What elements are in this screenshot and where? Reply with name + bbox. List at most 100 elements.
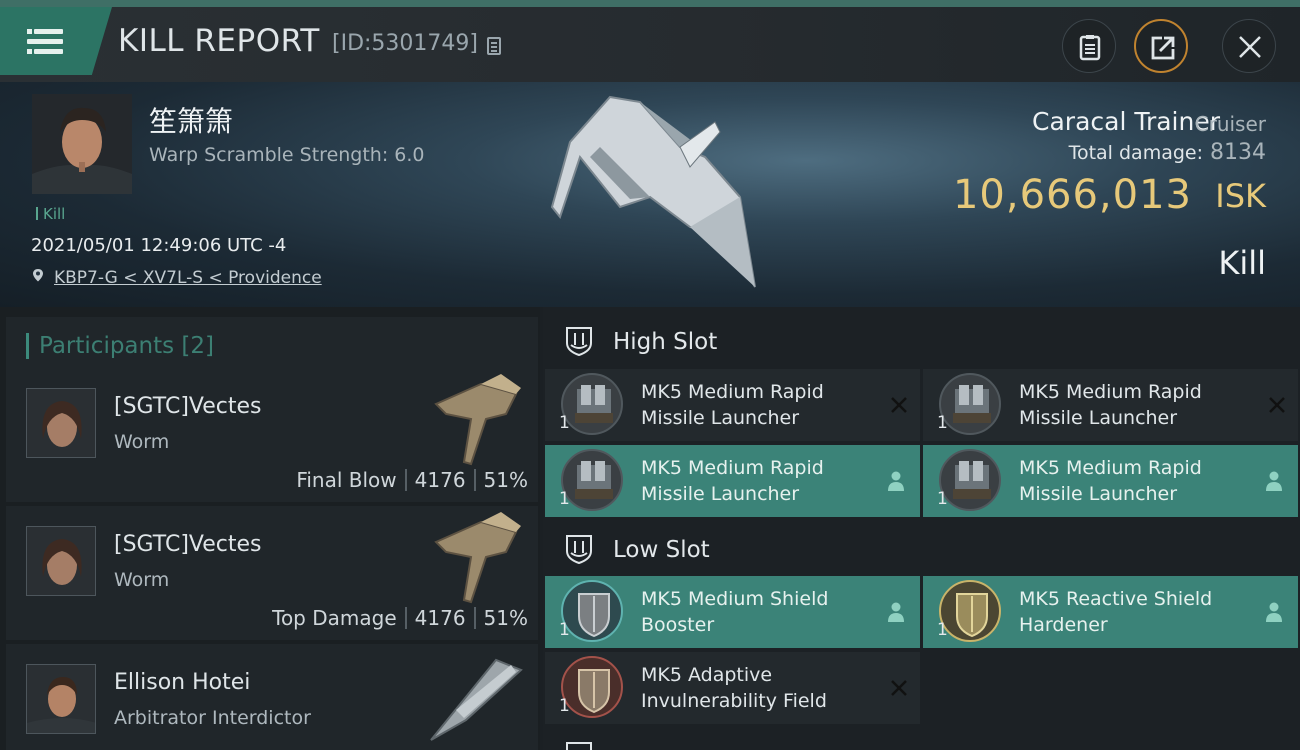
mid-slot-icon [566,742,592,750]
high-slot-icon [566,327,592,357]
victim-ship-render [550,95,756,288]
module-item[interactable]: 1 MK5 Reactive Shield Hardener [923,576,1298,648]
participant-name[interactable]: [SGTC]Vectes [114,394,262,419]
top-damage-label: Top Damage [272,606,397,630]
module-quantity: 1 [937,413,948,433]
missile-launcher-icon [561,449,623,511]
participants-header: Participants [2] [6,317,538,373]
dropped-person-icon [1266,602,1282,622]
copy-icon[interactable] [487,37,501,55]
kill-tag: Kill [36,205,65,223]
kill-result: Kill [1218,244,1266,282]
top-accent-line [0,0,1300,7]
participant-stats: Final Blow 4176 51% [296,468,528,492]
module-item[interactable]: 1 MK5 Medium Rapid Missile Launcher [923,369,1298,441]
module-quantity: 1 [559,620,570,640]
victim-ship-class: Cruiser [1194,112,1266,136]
victim-portrait[interactable] [32,94,132,194]
participant-row[interactable]: [SGTC]Vectes Worm Top Damage 4176 51% [6,506,538,640]
share-icon [1151,36,1175,60]
dropped-person-icon [888,602,904,622]
module-item[interactable]: 1 MK5 Adaptive Invulnerability Field [545,652,920,724]
participant-ship: Worm [114,569,170,591]
share-button[interactable] [1134,19,1188,73]
module-item[interactable]: 1 MK5 Medium Rapid Missile Launcher [545,369,920,441]
high-slot-header: High Slot [543,311,1300,371]
module-name: MK5 Medium Rapid Missile Launcher [641,381,824,429]
participants-count: [2] [181,333,215,359]
participant-name[interactable]: [SGTC]Vectes [114,532,262,557]
participant-damage: 4176 [414,468,466,492]
participant-avatar[interactable] [26,388,96,458]
victim-summary: 笙箫箫 Warp Scramble Strength: 6.0 Kill 202… [0,82,1300,307]
module-quantity: 1 [559,696,570,716]
mid-slot-header [543,732,1300,750]
participant-stats: Top Damage 4176 51% [272,606,528,630]
shield-hardener-icon [939,580,1001,642]
warp-scramble-strength: Warp Scramble Strength: 6.0 [149,144,425,166]
page-title: KILL REPORT [118,23,320,59]
destroyed-icon [891,680,907,696]
missile-launcher-icon [939,449,1001,511]
menu-button[interactable] [0,7,112,75]
participant-ship-render [430,658,523,741]
fitting-panel: High Slot 1 MK5 Medium Rapid Missile Laun… [543,307,1300,750]
module-item[interactable]: 1 MK5 Medium Rapid Missile Launcher [545,445,920,517]
close-button[interactable] [1222,19,1276,73]
participant-ship-render [434,374,521,466]
destroyed-icon [1269,397,1285,413]
dropped-person-icon [1266,471,1282,491]
module-quantity: 1 [559,489,570,509]
clipboard-icon [1079,35,1101,61]
participant-name[interactable]: Ellison Hotei [114,670,250,695]
participant-percent: 51% [483,606,528,630]
isk-unit: ISK [1215,177,1266,215]
low-slot-title: Low Slot [613,537,710,563]
total-damage-value: 8134 [1210,140,1266,165]
module-name: MK5 Medium Rapid Missile Launcher [1019,381,1202,429]
kill-id: [ID:5301749] [332,31,478,56]
destroyed-icon [891,397,907,413]
missile-launcher-icon [939,373,1001,435]
shield-booster-icon [561,580,623,642]
module-quantity: 1 [937,489,948,509]
isk-value: 10,666,013 [952,172,1192,218]
participant-ship: Arbitrator Interdictor [114,707,311,729]
participant-percent: 51% [483,468,528,492]
header-bar: KILL REPORT [ID:5301749] [0,7,1300,82]
location-pin-icon [33,269,43,282]
low-slot-icon [566,535,592,565]
module-name: MK5 Adaptive Invulnerability Field [641,664,827,712]
victim-pilot-name[interactable]: 笙箫箫 [149,100,233,140]
participant-ship: Worm [114,431,170,453]
module-quantity: 1 [937,620,948,640]
module-name: MK5 Reactive Shield Hardener [1019,588,1213,636]
invulnerability-field-icon [561,656,623,718]
module-item[interactable]: 1 MK5 Medium Rapid Missile Launcher [923,445,1298,517]
module-item[interactable]: 1 MK5 Medium Shield Booster [545,576,920,648]
module-quantity: 1 [559,413,570,433]
participant-avatar[interactable] [26,664,96,734]
participant-ship-render [434,512,521,604]
low-slot-header: Low Slot [543,519,1300,579]
module-name: MK5 Medium Rapid Missile Launcher [641,457,824,505]
total-damage-label: Total damage: [1068,142,1203,164]
missile-launcher-icon [561,373,623,435]
final-blow-label: Final Blow [296,468,397,492]
participants-title: Participants [2] [26,333,214,359]
participant-row[interactable]: [SGTC]Vectes Worm Final Blow 4176 51% [6,368,538,502]
participants-panel: Participants [2] [SGTC]Vectes Worm Final… [0,307,540,750]
participants-title-text: Participants [39,333,175,359]
victim-ship-name[interactable]: Caracal Trainer [1032,107,1220,136]
participant-avatar[interactable] [26,526,96,596]
high-slot-title: High Slot [613,329,718,355]
module-name: MK5 Medium Rapid Missile Launcher [1019,457,1202,505]
close-icon [1239,36,1261,58]
location-link[interactable]: KBP7-G < XV7L-S < Providence [54,268,322,288]
report-button[interactable] [1062,19,1116,73]
dropped-person-icon [888,471,904,491]
participant-row[interactable]: Ellison Hotei Arbitrator Interdictor [6,644,538,750]
module-name: MK5 Medium Shield Booster [641,588,829,636]
kill-datetime: 2021/05/01 12:49:06 UTC -4 [31,235,287,256]
participant-damage: 4176 [414,606,466,630]
